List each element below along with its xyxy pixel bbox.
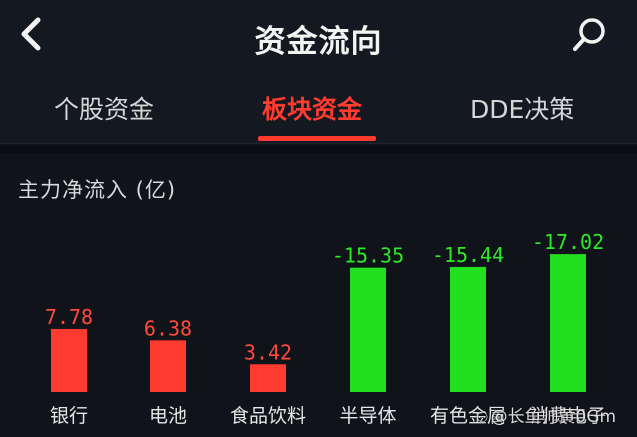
- category-label-0: 银行: [50, 405, 88, 427]
- section-divider: [0, 145, 637, 153]
- bar-2[interactable]: [250, 364, 286, 392]
- bar-0[interactable]: [51, 328, 87, 392]
- category-label-2: 食品饮料: [230, 405, 306, 427]
- active-tab-indicator: [258, 136, 376, 141]
- section-title: 主力净流入 (亿): [18, 178, 177, 202]
- category-label-3: 半导体: [339, 405, 396, 427]
- watermark-logo-icon: ⚇: [476, 410, 489, 426]
- header-bar: 资金流向: [0, 0, 637, 72]
- bar-value-label-2: 3.42: [244, 340, 292, 364]
- watermark: ⚇ @长鱼帅黄0Gm: [476, 402, 616, 427]
- bar-value-label-0: 7.78: [45, 305, 93, 329]
- bar-5[interactable]: [550, 254, 586, 392]
- search-icon: [573, 18, 605, 51]
- bar-value-label-1: 6.38: [144, 316, 192, 340]
- bar-4[interactable]: [450, 266, 486, 392]
- page-title: 资金流向: [254, 24, 383, 60]
- bar-value-label-3: -15.35: [332, 244, 404, 268]
- category-label-1: 电池: [149, 405, 187, 427]
- tab-sector-funds[interactable]: 板块资金: [262, 90, 362, 126]
- bar-3[interactable]: [350, 267, 386, 392]
- tab-stock-funds[interactable]: 个股资金: [54, 90, 154, 126]
- tab-dde-decision[interactable]: DDE决策: [470, 90, 574, 126]
- search-button[interactable]: [570, 14, 612, 56]
- bar-value-label-4: -15.44: [432, 243, 504, 267]
- tab-bar: 个股资金 板块资金 DDE决策: [0, 72, 637, 144]
- bar-value-label-5: -17.02: [532, 230, 604, 254]
- bar-1[interactable]: [150, 340, 186, 392]
- watermark-text: @长鱼帅黄0Gm: [490, 407, 617, 427]
